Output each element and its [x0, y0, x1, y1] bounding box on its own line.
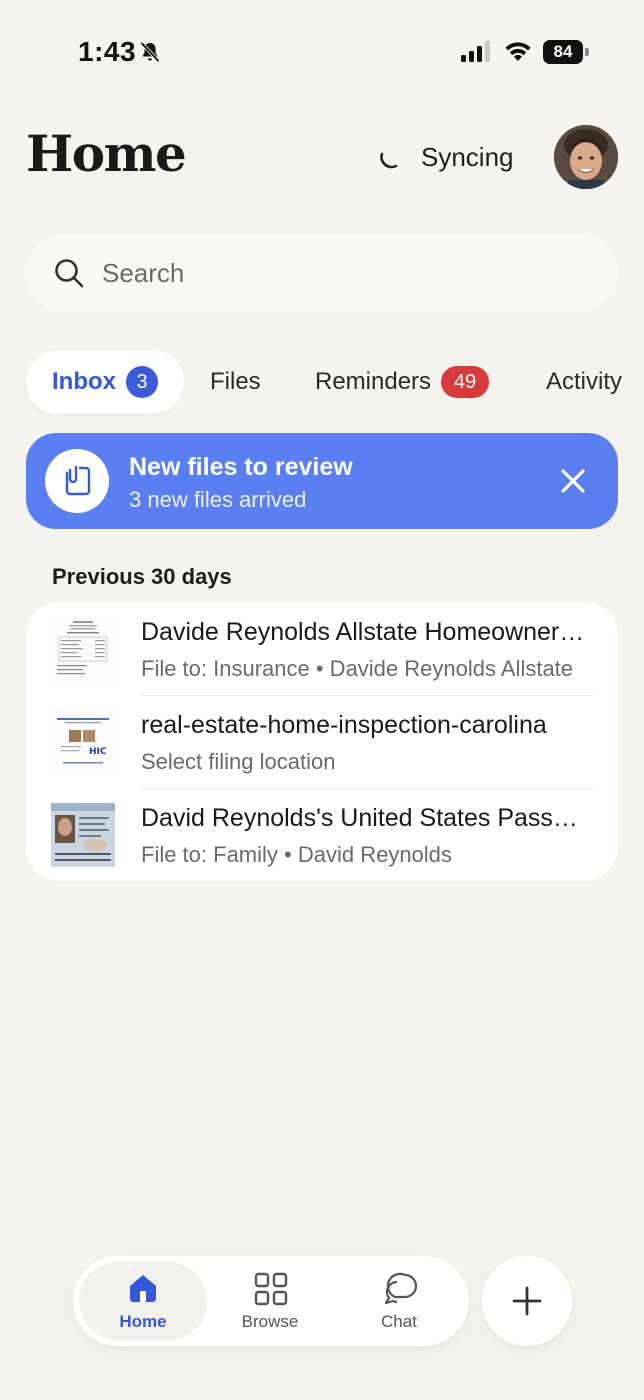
nav-home[interactable]: Home: [79, 1262, 207, 1340]
grid-icon: [254, 1272, 288, 1306]
banner-subtitle: 3 new files arrived: [129, 487, 307, 512]
avatar-photo: [554, 125, 618, 189]
plus-icon: [512, 1286, 542, 1316]
tab-inbox[interactable]: Inbox 3: [26, 350, 184, 414]
close-icon[interactable]: [558, 466, 588, 496]
tab-label: Reminders: [315, 368, 432, 395]
nav-chat[interactable]: Chat: [335, 1262, 463, 1340]
paperclip-doc-icon: [45, 449, 109, 513]
document-thumbnail: [51, 617, 115, 681]
file-destination: File to: Insurance • Davide Reynolds All…: [141, 656, 574, 681]
search-icon: [55, 259, 84, 288]
page-title: Home: [26, 124, 187, 183]
avatar[interactable]: [554, 125, 618, 189]
tab-reminders[interactable]: Reminders 49: [315, 350, 490, 414]
inbox-count-badge: 3: [126, 366, 158, 398]
file-name: Davide Reynolds Allstate Homeowners Insu…: [141, 618, 591, 646]
home-icon: [130, 1275, 156, 1302]
battery-percent: 84: [553, 42, 573, 61]
chat-icon: [384, 1272, 418, 1305]
reminders-count-badge: 49: [441, 366, 490, 398]
file-name: David Reynolds's United States Passport: [141, 804, 591, 832]
nav-browse[interactable]: Browse: [206, 1262, 334, 1340]
file-name: real-estate-home-inspection-carolina: [141, 711, 547, 739]
nav-label: Home: [119, 1312, 167, 1331]
new-files-banner[interactable]: New files to review 3 new files arrived: [26, 433, 618, 529]
file-destination: File to: Family • David Reynolds: [141, 842, 452, 867]
status-time: 1:43: [78, 36, 137, 67]
nav-label: Chat: [381, 1312, 417, 1331]
banner-title: New files to review: [129, 453, 353, 481]
tab-label: Activity: [546, 368, 623, 395]
tab-label: Files: [210, 368, 261, 395]
search-input[interactable]: [102, 256, 582, 290]
section-title: Previous 30 days: [52, 564, 232, 589]
nav-label: Browse: [241, 1312, 299, 1331]
document-thumbnail: HIC: [51, 710, 115, 774]
passport-thumbnail: [51, 803, 115, 867]
svg-text:HIC: HIC: [89, 747, 107, 757]
tab-files[interactable]: Files: [210, 350, 261, 414]
bottom-nav: Home Browse Chat: [73, 1256, 469, 1346]
bell-muted-icon: [140, 41, 160, 63]
battery-indicator: 84: [543, 40, 589, 64]
tab-activity[interactable]: Activity: [546, 350, 622, 414]
file-list: Davide Reynolds Allstate Homeowners Insu…: [26, 602, 618, 881]
list-item[interactable]: David Reynolds's United States Passport …: [26, 788, 618, 881]
tab-label: Inbox: [52, 368, 116, 395]
add-button[interactable]: [482, 1256, 572, 1346]
list-item[interactable]: Davide Reynolds Allstate Homeowners Insu…: [26, 602, 618, 695]
sync-spinner-icon: [380, 152, 398, 169]
sync-status: Syncing: [421, 142, 514, 172]
search-bar[interactable]: [26, 234, 618, 312]
cellular-signal-icon: [461, 41, 490, 62]
status-bar: 1:43 84: [0, 0, 644, 100]
wifi-icon: [505, 42, 531, 61]
file-destination: Select filing location: [141, 749, 336, 774]
list-item[interactable]: HIC real-estate-home-inspection-carolina…: [26, 695, 618, 788]
